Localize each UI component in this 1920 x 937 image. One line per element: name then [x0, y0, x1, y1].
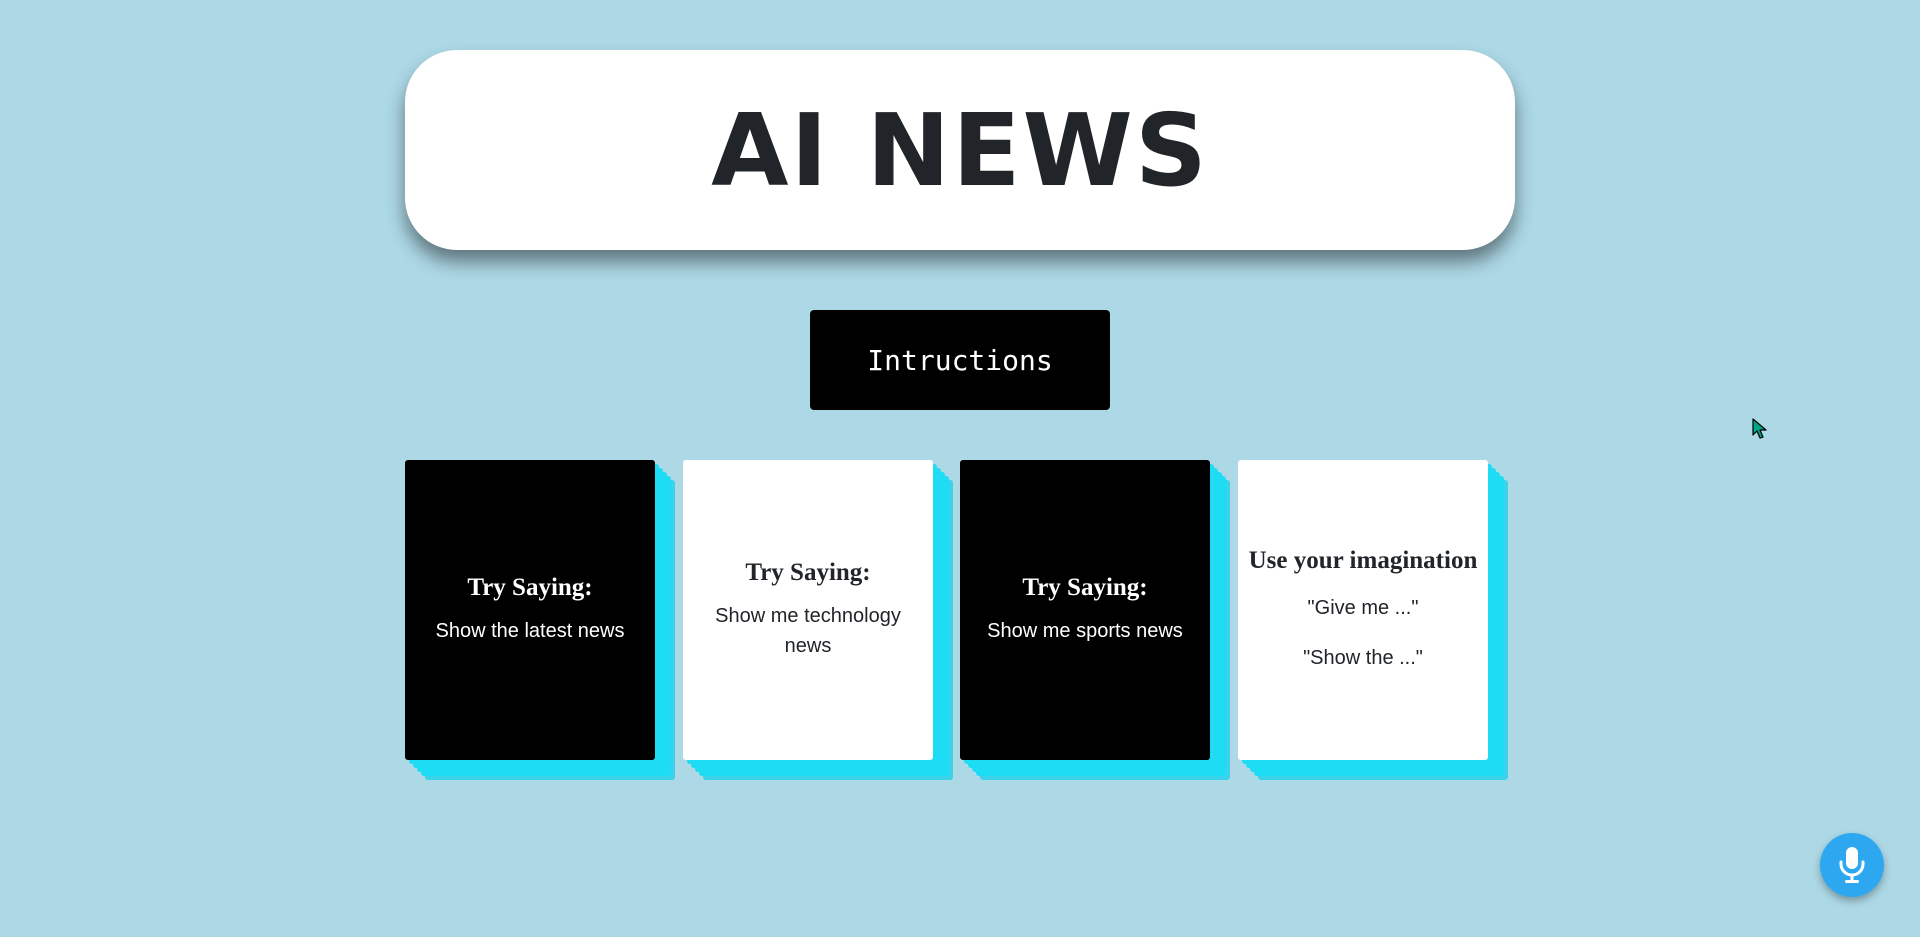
card-heading: Try Saying:	[1022, 574, 1148, 601]
card-text: "Show the ..."	[1303, 647, 1423, 669]
card-heading: Try Saying:	[467, 574, 593, 601]
page-title: AI NEWS	[711, 91, 1209, 209]
mouse-pointer-icon	[1752, 418, 1767, 439]
microphone-icon	[1839, 847, 1865, 883]
card-text: Show me technology news	[715, 605, 901, 657]
title-banner: AI NEWS	[405, 50, 1515, 250]
page: AI NEWS Intructions Try Saying: Show the…	[0, 0, 1920, 937]
instructions-button[interactable]: Intructions	[810, 310, 1110, 410]
instruction-card-latest[interactable]: Try Saying: Show the latest news	[405, 460, 655, 760]
card-text: Show the latest news	[435, 620, 625, 642]
microphone-button[interactable]	[1820, 833, 1884, 897]
card-heading: Try Saying:	[745, 559, 871, 586]
instruction-card-sports[interactable]: Try Saying: Show me sports news	[960, 460, 1210, 760]
card-text: Show me sports news	[987, 620, 1183, 642]
instruction-card-imagination[interactable]: Use your imagination "Give me ..." "Show…	[1238, 460, 1488, 760]
instruction-card-technology[interactable]: Try Saying: Show me technology news	[683, 460, 933, 760]
card-text: "Give me ..."	[1307, 597, 1419, 619]
card-heading: Use your imagination	[1248, 547, 1478, 574]
